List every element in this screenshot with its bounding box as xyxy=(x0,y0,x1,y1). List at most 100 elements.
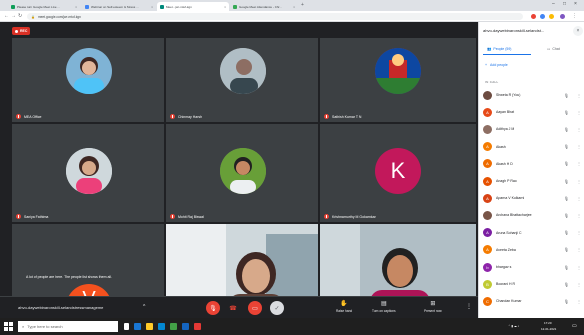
participant-row[interactable]: A Aayan Bhat 🎙 ⋮ xyxy=(483,105,581,119)
tab-chat[interactable]: ▭ Chat xyxy=(547,47,560,51)
more-options-icon[interactable]: ⋮ xyxy=(577,299,581,304)
participant-tile[interactable]: Sathish Kumar T N xyxy=(320,38,476,122)
more-options-icon[interactable]: ⋮ xyxy=(577,179,581,184)
add-people-button[interactable]: + Add people xyxy=(485,63,508,67)
back-icon[interactable]: ← xyxy=(4,13,9,19)
participant-name: Akash xyxy=(496,144,506,149)
participant-row[interactable]: A Akash H D 🎙 ⋮ xyxy=(483,157,581,171)
participant-name-tag: Chinmay Harsh xyxy=(170,114,202,119)
participant-row[interactable]: A Aparna V Kulkarni 🎙 ⋮ xyxy=(483,191,581,205)
participant-tile[interactable]: Mohit Raj Biswal xyxy=(166,124,318,222)
close-tab-icon[interactable]: × xyxy=(222,5,226,9)
chevron-up-icon[interactable]: ^ xyxy=(143,304,145,310)
participant-row[interactable]: A Anagh P Rao 🎙 ⋮ xyxy=(483,174,581,188)
browser-tab[interactable]: Please turn Google Meet Live ... × xyxy=(8,2,80,11)
leave-call-button[interactable]: ☎ xyxy=(226,301,240,315)
present-now-button[interactable]: ⊞ Present now xyxy=(424,301,442,313)
participant-tile[interactable]: MEA Office xyxy=(12,38,164,122)
participant-avatar xyxy=(66,148,112,194)
close-tab-icon[interactable]: × xyxy=(291,5,295,9)
clock-date[interactable]: 12-01-2021 xyxy=(541,327,556,331)
more-options-icon[interactable]: ⋮ xyxy=(577,110,581,115)
task-view-icon[interactable] xyxy=(124,323,129,330)
participant-row[interactable]: Adithya J M 🎙 ⋮ xyxy=(483,122,581,136)
participant-name-tag: Krishnamurthy M Gokarnkar xyxy=(324,214,376,219)
participant-row[interactable]: Archana Bhattacharjee 🎙 ⋮ xyxy=(483,208,581,222)
browser-tab-active[interactable]: Meet - jwr-mtuf-kgn × xyxy=(157,2,229,11)
tab-title: Please turn Google Meet Live ... xyxy=(17,4,60,9)
participant-name: Shweta R (You) xyxy=(496,93,521,97)
raise-hand-button[interactable]: ✋ Raise hand xyxy=(336,301,352,313)
store-icon[interactable] xyxy=(158,323,165,330)
edge-icon[interactable] xyxy=(134,323,141,330)
windows-start-icon[interactable] xyxy=(4,322,13,331)
new-tab-icon[interactable]: + xyxy=(301,2,304,8)
tab-favicon-icon xyxy=(233,4,237,9)
windows-taskbar: ⌕ Type here to search ⌃ ▮ ☁ ♪ 17:20 12-0… xyxy=(0,318,584,335)
participant-avatar: B xyxy=(483,279,492,289)
participant-row[interactable]: Shweta R (You) 🎙 ⋮ xyxy=(483,88,581,102)
chat-icon: ▭ xyxy=(547,47,551,51)
extension-icon[interactable] xyxy=(531,14,536,19)
more-options-icon[interactable]: ⋮ xyxy=(577,196,581,201)
participant-name: Krishnamurthy M Gokarnkar xyxy=(332,214,376,219)
close-tab-icon[interactable]: × xyxy=(149,5,153,9)
more-options-icon[interactable]: ⋮ xyxy=(577,213,581,218)
browser-tab[interactable]: Google Meet Attendance - Chr... × xyxy=(230,2,298,11)
participant-tile[interactable]: K Krishnamurthy M Gokarnkar xyxy=(320,124,476,222)
participant-row[interactable]: C Chandan Kumar 🎙 ⋮ xyxy=(483,294,581,308)
clock-time[interactable]: 17:20 xyxy=(544,321,552,325)
maximize-icon[interactable]: □ xyxy=(563,1,566,7)
profile-avatar[interactable] xyxy=(560,14,565,19)
extension-icon[interactable] xyxy=(540,14,545,19)
participant-name: Anagh P Rao xyxy=(496,179,517,183)
microphone-toggle-button[interactable]: 🎙 xyxy=(206,301,220,315)
menu-icon[interactable]: ⋮ xyxy=(572,13,577,19)
word-icon[interactable] xyxy=(182,323,189,330)
taskbar-search-input[interactable]: ⌕ Type here to search xyxy=(18,321,118,332)
meeting-title[interactable]: ahvo-daywebinaronskill-selandstressmanag… xyxy=(18,305,103,310)
participant-row[interactable]: b bhargav s 🎙 ⋮ xyxy=(483,260,581,274)
participant-row[interactable]: A Aruna Sohanji C 🎙 ⋮ xyxy=(483,226,581,240)
more-options-icon[interactable]: ⋮ xyxy=(577,282,581,287)
file-explorer-icon[interactable] xyxy=(146,323,153,330)
tray-icons[interactable]: ⌃ ▮ ☁ ♪ xyxy=(508,324,519,328)
close-window-icon[interactable]: × xyxy=(574,1,577,7)
participant-avatar xyxy=(220,48,266,94)
participant-row[interactable]: B Boorani H R 🎙 ⋮ xyxy=(483,277,581,291)
companion-button[interactable]: ✓ xyxy=(270,301,284,315)
more-options-icon[interactable]: ⋮ xyxy=(577,247,581,252)
powerpoint-icon[interactable] xyxy=(194,323,201,330)
participant-avatar: A xyxy=(483,159,492,169)
tab-title: Webinar on Self-esteem & Stress ... xyxy=(91,4,139,9)
address-bar: ← → ↻ 🔒 meet.google.com/jwr-mtuf-kgn ⋮ xyxy=(0,11,584,22)
active-tab-indicator xyxy=(483,54,531,55)
more-options-icon[interactable]: ⋮ xyxy=(577,265,581,270)
more-options-icon[interactable]: ⋮ xyxy=(577,161,581,166)
more-options-icon[interactable]: ⋮ xyxy=(577,144,581,149)
more-options-icon[interactable]: ⋮ xyxy=(577,230,581,235)
browser-tab[interactable]: Webinar on Self-esteem & Stress ... × xyxy=(82,2,156,11)
close-panel-button[interactable]: × xyxy=(573,26,583,36)
tab-people[interactable]: 👥 People (59) xyxy=(487,47,511,51)
chrome-icon[interactable] xyxy=(170,323,177,330)
participant-tile[interactable]: Saniya Fathima xyxy=(12,124,164,222)
close-tab-icon[interactable]: × xyxy=(73,5,77,9)
participant-row[interactable]: A Akash 🎙 ⋮ xyxy=(483,140,581,154)
extension-icon[interactable] xyxy=(549,14,554,19)
captions-button[interactable]: ▤ Turn on captions xyxy=(372,301,396,313)
participant-name-tag: Mohit Raj Biswal xyxy=(170,214,204,219)
mic-off-icon: 🎙 xyxy=(563,247,569,253)
participant-row[interactable]: A Aveeta Zeba 🎙 ⋮ xyxy=(483,243,581,257)
camera-toggle-button[interactable]: ▭ xyxy=(248,301,262,315)
more-options-icon[interactable]: ⋮ xyxy=(577,93,581,98)
url-input[interactable]: 🔒 meet.google.com/jwr-mtuf-kgn xyxy=(27,13,523,20)
participant-name: Aayan Bhat xyxy=(496,110,515,115)
participant-tile[interactable]: Chinmay Harsh xyxy=(166,38,318,122)
forward-icon[interactable]: → xyxy=(11,13,16,19)
minimize-icon[interactable]: – xyxy=(552,1,555,7)
reload-icon[interactable]: ↻ xyxy=(18,13,22,19)
more-options-icon[interactable]: ⋮ xyxy=(577,127,581,132)
more-options-icon[interactable]: ⋮ xyxy=(466,303,472,310)
notifications-icon[interactable]: ▭ xyxy=(572,323,577,329)
